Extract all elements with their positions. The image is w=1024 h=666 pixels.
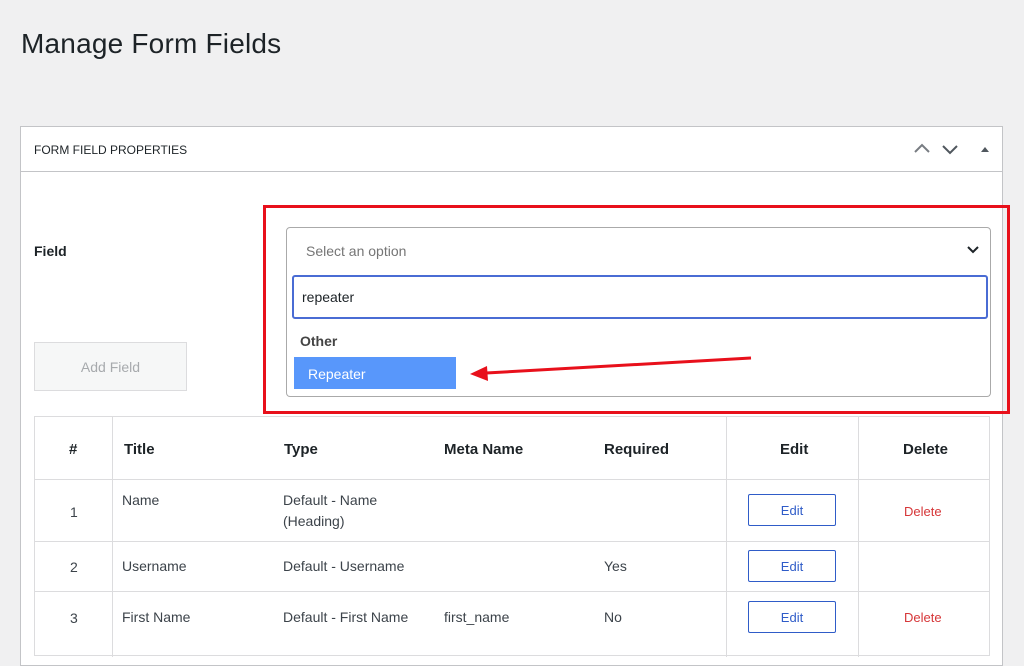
header-delete: Delete bbox=[903, 441, 949, 458]
delete-link[interactable]: Delete bbox=[904, 610, 942, 625]
row-num: 1 bbox=[70, 504, 78, 520]
header-type: Type bbox=[284, 441, 318, 458]
triangle-up-icon[interactable] bbox=[975, 139, 995, 159]
row-type: Default - First Name bbox=[283, 609, 409, 625]
chevron-down-icon[interactable] bbox=[940, 139, 960, 159]
row-type: Default - Username bbox=[283, 558, 405, 574]
table-divider bbox=[858, 417, 859, 657]
add-field-button[interactable]: Add Field bbox=[34, 342, 187, 391]
header-edit: Edit bbox=[780, 441, 809, 458]
annotation-highlight-box bbox=[263, 205, 1010, 414]
row-title: Name bbox=[122, 492, 160, 508]
row-title: Username bbox=[122, 558, 187, 574]
page-title: Manage Form Fields bbox=[21, 28, 282, 59]
chevron-up-icon[interactable] bbox=[912, 139, 932, 159]
header-num: # bbox=[69, 441, 78, 458]
row-required: No bbox=[604, 609, 622, 625]
row-required: Yes bbox=[604, 558, 627, 574]
delete-link[interactable]: Delete bbox=[904, 504, 942, 519]
header-title: Title bbox=[124, 441, 155, 458]
row-type-sub: (Heading) bbox=[283, 513, 345, 529]
row-num: 2 bbox=[70, 559, 78, 575]
edit-button[interactable]: Edit bbox=[748, 550, 836, 582]
header-required: Required bbox=[604, 441, 670, 458]
table-divider bbox=[35, 541, 989, 542]
table-divider bbox=[112, 417, 113, 657]
table-divider bbox=[726, 417, 727, 657]
panel-header: FORM FIELD PROPERTIES bbox=[21, 127, 1002, 172]
row-meta: first_name bbox=[444, 609, 510, 625]
header-meta-name: Meta Name bbox=[444, 441, 524, 458]
table-divider bbox=[35, 591, 989, 592]
table-divider bbox=[35, 479, 989, 480]
field-label: Field bbox=[34, 243, 67, 259]
row-num: 3 bbox=[70, 610, 78, 626]
row-type: Default - Name bbox=[283, 492, 378, 508]
edit-button[interactable]: Edit bbox=[748, 494, 836, 526]
panel-title: FORM FIELD PROPERTIES bbox=[34, 143, 188, 157]
fields-table: # Title Type Meta Name Required Edit Del… bbox=[34, 416, 990, 657]
edit-button[interactable]: Edit bbox=[748, 601, 836, 633]
row-title: First Name bbox=[122, 609, 191, 625]
